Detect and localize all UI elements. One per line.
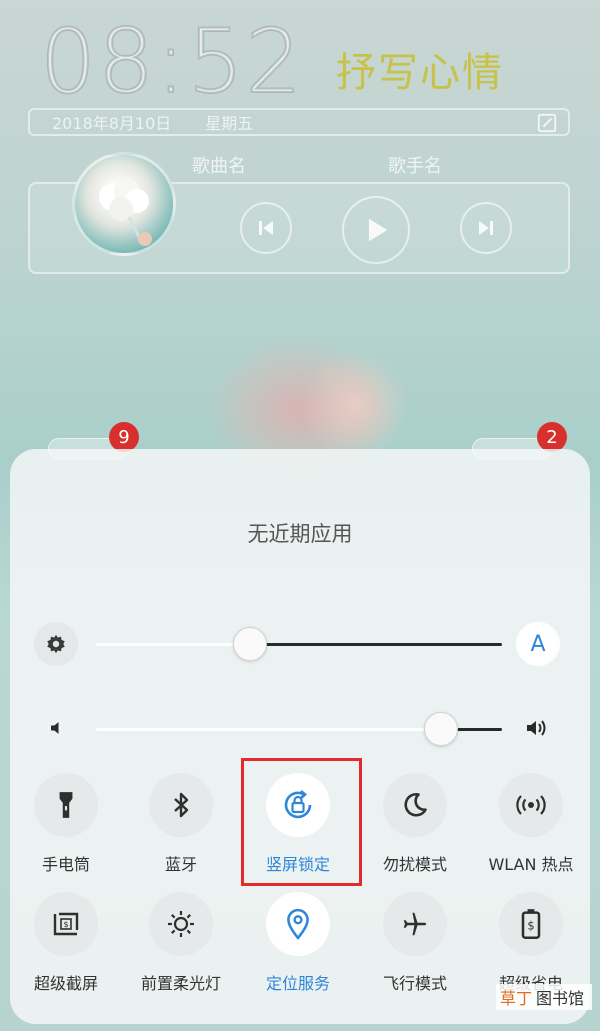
volume-low-button [34,706,78,750]
do-not-disturb-button[interactable] [383,773,447,837]
location-service-button[interactable] [266,892,330,956]
flashlight-icon [59,792,73,818]
super-screenshot-button[interactable]: $ [34,892,98,956]
play-button[interactable] [342,196,410,264]
moon-icon [404,792,427,817]
next-icon [479,221,493,235]
flashlight-button[interactable] [34,773,98,837]
weekday-text: 星期五 [205,114,254,133]
speaker-high-icon [527,720,546,736]
watermark-logo: 草丁 图书馆 [496,984,592,1010]
toggle-location-service[interactable]: 定位服务 [243,892,353,994]
album-art[interactable] [72,152,176,256]
watermark-part-a: 草丁 [500,989,533,1008]
toggle-label: 手电筒 [41,855,90,874]
recent-apps-empty-text: 无近期应用 [247,522,353,546]
airplane-icon [403,912,427,936]
brightness-settings-button[interactable] [34,622,78,666]
toggle-front-soft-light[interactable]: 前置柔光灯 [126,892,236,994]
svg-text:$: $ [527,919,534,933]
toggle-super-power-saving[interactable]: $ 超级省电 [476,892,586,994]
toggle-flashlight[interactable]: 手电筒 [11,773,121,875]
watermark-part-b: 图书馆 [536,989,585,1008]
sun-icon [168,911,194,937]
wallpaper-decoration [300,350,410,460]
bluetooth-button[interactable] [149,773,213,837]
location-pin-icon [287,908,309,940]
gear-icon [47,634,65,654]
battery-icon: $ [521,909,541,939]
airplane-mode-button[interactable] [383,892,447,956]
volume-slider[interactable] [424,712,459,746]
toggle-label: WLAN 热点 [488,855,574,874]
mood-text-button[interactable]: 抒写心情 [336,40,504,98]
previous-track-button[interactable] [240,202,292,254]
notification-badge: 2 [537,422,567,452]
next-track-button[interactable] [460,202,512,254]
auto-brightness-label: A [530,631,546,657]
notification-badge: 9 [109,422,139,452]
lockscreen-clock: 08:52 [39,10,304,113]
wlan-hotspot-button[interactable] [499,773,563,837]
highlight-box [241,758,362,886]
toggle-do-not-disturb[interactable]: 勿扰模式 [360,773,470,875]
toggle-bluetooth[interactable]: 蓝牙 [126,773,236,875]
volume-high-button [516,706,560,750]
front-soft-light-button[interactable] [149,892,213,956]
auto-brightness-button[interactable]: A [516,622,560,666]
toggle-label: 蓝牙 [164,855,197,874]
previous-icon [259,221,273,235]
edit-icon[interactable] [536,112,558,134]
toggle-label: 定位服务 [265,974,330,993]
bluetooth-icon [174,792,189,818]
toggle-label: 飞行模式 [382,974,447,993]
artist-name: 歌手名 [388,156,442,177]
toggle-label: 超级截屏 [33,974,98,993]
toggle-airplane-mode[interactable]: 飞行模式 [360,892,470,994]
brightness-track-filled [96,643,251,646]
volume-track-filled [96,728,442,731]
toggle-label: 勿扰模式 [382,855,447,874]
super-power-saving-button[interactable]: $ [499,892,563,956]
hotspot-icon [516,795,546,815]
svg-text:$: $ [63,920,68,929]
date-text: 2018年8月10日 [52,114,172,133]
toggle-super-screenshot[interactable]: $ 超级截屏 [11,892,121,994]
play-icon [368,218,388,242]
toggle-label: 前置柔光灯 [140,974,221,993]
speaker-low-icon [51,722,59,734]
screenshot-icon: $ [53,912,79,936]
toggle-wlan-hotspot[interactable]: WLAN 热点 [476,773,586,875]
date-bar: 2018年8月10日 星期五 [28,108,570,136]
brightness-track-remaining [250,643,502,646]
song-name: 歌曲名 [192,156,246,177]
